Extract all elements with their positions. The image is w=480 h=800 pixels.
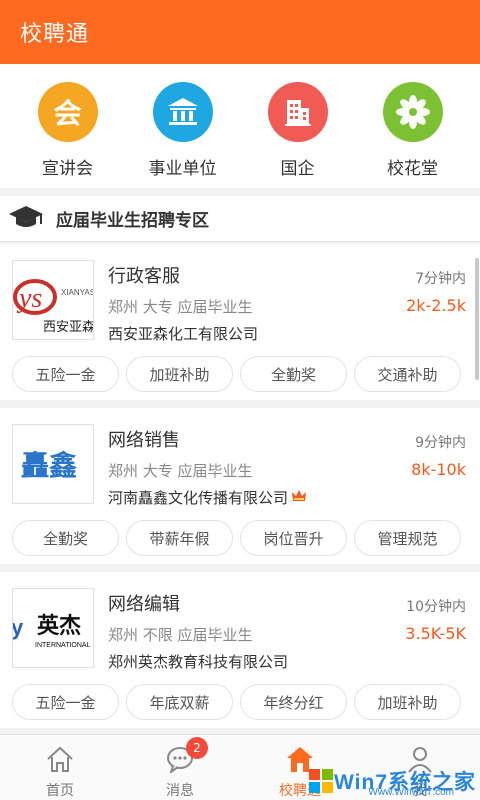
logo-small-text: XIANYAS	[61, 288, 94, 297]
company-logo: y 英杰 INTERNATIONAL	[12, 588, 94, 668]
job-card[interactable]: y 英杰 INTERNATIONAL 网络编辑 郑州 不限 应届毕业生 郑州英杰…	[0, 572, 480, 728]
presentation-icon: 会	[37, 82, 98, 142]
graduation-cap-icon	[8, 204, 44, 234]
watermark-url: Www.Winwin7.com	[368, 787, 454, 798]
tab-home[interactable]: 首页	[0, 735, 120, 800]
company-name: 河南矗鑫文化传播有限公司	[108, 489, 289, 507]
institution-building-icon	[152, 82, 213, 142]
category-label: 事业单位	[148, 159, 217, 179]
tab-messages[interactable]: 2 消息	[120, 735, 240, 800]
state-enterprise-building-icon	[267, 82, 328, 142]
company-name: 西安亚森化工有限公司	[108, 325, 259, 343]
job-card[interactable]: ys XIANYAS 西安亚森 行政客服 郑州 大专 应届毕业生 西安亚森化工有…	[0, 244, 480, 400]
benefit-tag: 带薪年假	[126, 520, 233, 556]
unread-badge: 2	[186, 737, 208, 759]
benefit-tag: 五险一金	[12, 684, 119, 720]
section-title: 应届毕业生招聘专区	[56, 211, 209, 231]
flower-icon	[382, 82, 443, 142]
company-name-row: 西安亚森化工有限公司	[108, 323, 258, 344]
logo-main-text: 西安亚森	[43, 320, 94, 335]
benefit-tag: 年终分红	[240, 684, 347, 720]
post-time: 9分钟内	[415, 435, 466, 451]
benefit-tags: 全勤奖 带薪年假 岗位晋升 管理规范	[12, 520, 461, 556]
benefit-tag: 五险一金	[12, 356, 119, 392]
home-icon	[44, 743, 76, 775]
benefit-tag: 加班补助	[354, 684, 461, 720]
job-list: ys XIANYAS 西安亚森 行政客服 郑州 大专 应届毕业生 西安亚森化工有…	[0, 244, 480, 736]
company-logo: ys XIANYAS 西安亚森	[12, 260, 94, 340]
company-name-row: 河南矗鑫文化传播有限公司	[108, 487, 307, 508]
category-label: 校花堂	[387, 159, 438, 179]
benefit-tag: 加班补助	[126, 356, 233, 392]
logo-small-text: INTERNATIONAL	[35, 642, 91, 649]
category-presentation[interactable]: 会 宣讲会	[18, 64, 118, 188]
site-watermark: Win7系统之家 Www.Winwin7.com	[308, 766, 476, 798]
vip-crown-icon	[291, 489, 307, 507]
benefit-tag: 全勤奖	[12, 520, 119, 556]
benefit-tag: 交通补助	[354, 356, 461, 392]
category-label: 宣讲会	[42, 159, 93, 179]
post-time: 10分钟内	[406, 599, 466, 615]
tab-label: 消息	[166, 783, 194, 799]
logo-main-text: 矗鑫	[21, 449, 77, 482]
app-header: 校聘通	[0, 0, 480, 64]
company-name-row: 郑州英杰教育科技有限公司	[108, 651, 288, 672]
benefit-tag: 年底双薪	[126, 684, 233, 720]
category-state-enterprise[interactable]: 国企	[248, 64, 348, 188]
salary: 2k-2.5k	[406, 296, 466, 315]
company-logo: 矗鑫	[12, 424, 94, 504]
benefit-tag: 岗位晋升	[240, 520, 347, 556]
logo-mark: ys	[16, 283, 42, 314]
presentation-glyph: 会	[53, 97, 82, 130]
job-meta: 郑州 不限 应届毕业生	[108, 626, 253, 644]
logo-mark: y	[13, 615, 24, 640]
job-title: 行政客服	[108, 266, 180, 287]
benefit-tags: 五险一金 加班补助 全勤奖 交通补助	[12, 356, 461, 392]
job-title: 网络编辑	[108, 594, 180, 615]
app-title: 校聘通	[20, 22, 90, 47]
tab-label: 首页	[46, 783, 74, 799]
job-card[interactable]: 矗鑫 网络销售 郑州 大专 应届毕业生 河南矗鑫文化传播有限公司 9分钟内 8k…	[0, 408, 480, 564]
benefit-tags: 五险一金 年底双薪 年终分红 加班补助	[12, 684, 461, 720]
job-meta: 郑州 大专 应届毕业生	[108, 462, 253, 480]
category-public-institution[interactable]: 事业单位	[133, 64, 233, 188]
scrollbar[interactable]	[475, 258, 479, 380]
company-name: 郑州英杰教育科技有限公司	[108, 653, 289, 671]
salary: 8k-10k	[411, 460, 466, 479]
job-title: 网络销售	[108, 430, 180, 451]
logo-main-text: 英杰	[37, 614, 81, 639]
category-label: 国企	[280, 159, 315, 179]
salary: 3.5K-5K	[405, 624, 466, 643]
windows-logo-icon	[309, 769, 334, 793]
benefit-tag: 管理规范	[354, 520, 461, 556]
post-time: 7分钟内	[415, 271, 466, 287]
job-meta: 郑州 大专 应届毕业生	[108, 298, 253, 316]
section-header: 应届毕业生招聘专区	[0, 196, 480, 242]
category-campus-flower[interactable]: 校花堂	[363, 64, 463, 188]
benefit-tag: 全勤奖	[240, 356, 347, 392]
category-nav: 会 宣讲会 事业单位 国企 校花堂	[0, 64, 480, 188]
